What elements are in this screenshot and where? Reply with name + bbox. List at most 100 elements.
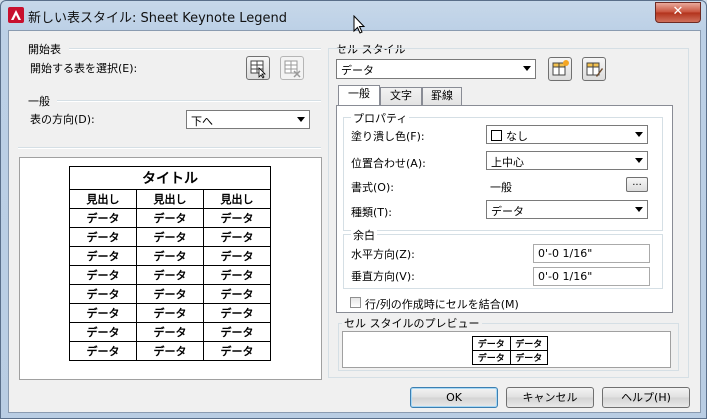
preview-data-cell: データ [203,322,271,342]
cell-style-preview-panel: データ データ データ データ [342,331,671,368]
vertical-margin-field[interactable]: 0'-0 1/16" [533,267,650,286]
preview-data-row: データ データ データ [69,246,271,266]
preview-data-cell: データ [69,303,137,323]
cell-style-tabs: 一般 文字 罫線 [338,85,674,107]
preview-data-cell: データ [136,208,204,228]
general-divider [57,100,321,102]
properties-group-label: プロパティ [351,110,410,126]
preview-data-cell: データ [69,284,137,304]
table-direction-value: 下へ [191,115,213,128]
chevron-down-icon [297,117,305,122]
preview-data-cell: データ [136,341,204,361]
preview-data-row: データ データ データ [69,265,271,285]
chevron-down-icon [635,132,643,137]
color-swatch-icon [491,130,502,141]
autocad-app-icon [8,7,24,23]
manage-cell-styles-button[interactable] [582,57,606,81]
cell-preview-cell: データ [472,350,511,365]
preview-data-row: データ データ データ [69,284,271,304]
preview-data-cell: データ [136,303,204,323]
alignment-value: 上中心 [491,156,524,169]
remove-table-icon [284,60,301,78]
preview-data-cell: データ [203,341,271,361]
vertical-margin-value: 0'-0 1/16" [538,270,593,283]
preview-data-cell: データ [69,208,137,228]
tab-text[interactable]: 文字 [380,87,422,105]
dialog-client: 開始表 開始する表を選択(E): 一般 表の方向(D): 下へ タイトル 見出し… [8,30,701,413]
starting-table-group-label: 開始表 [28,43,61,56]
tab-borders[interactable]: 罫線 [422,87,462,105]
cell-preview-row: データ データ [472,336,548,351]
help-button[interactable]: ヘルプ(H) [602,387,690,408]
starting-table-divider [69,48,321,50]
preview-data-cell: データ [136,227,204,247]
preview-data-row: データ データ データ [69,208,271,228]
preview-header-cell: 見出し [203,189,271,209]
table-direction-label: 表の方向(D): [30,113,95,126]
chevron-down-icon [523,66,531,71]
preview-data-row: データ データ データ [69,303,271,323]
preview-header-cell: 見出し [69,189,137,209]
cell-style-dropdown[interactable]: データ [336,59,536,79]
close-button[interactable]: ✕ [655,2,701,23]
preview-data-row: データ データ データ [69,227,271,247]
select-starting-table-label: 開始する表を選択(E): [30,62,138,75]
remove-table-button[interactable] [280,56,304,80]
chevron-down-icon [635,207,643,212]
cell-preview-cell: データ [509,336,548,351]
create-cell-style-button[interactable] [548,57,572,81]
window-title: 新しい表スタイル: Sheet Keynote Legend [28,11,287,26]
cell-style-value: データ [341,64,374,77]
cell-preview-cell: データ [472,336,511,351]
select-table-icon [250,60,266,79]
select-table-button[interactable] [246,56,270,80]
table-preview: タイトル 見出し 見出し 見出し データ データ データ データ データ データ データ データデ… [69,166,271,361]
fill-color-dropdown[interactable]: なし [486,125,648,144]
preview-data-cell: データ [136,322,204,342]
mouse-cursor-icon [353,15,366,34]
dialog-window: 新しい表スタイル: Sheet Keynote Legend ✕ 開始表 開始す… [0,0,707,419]
horizontal-margin-value: 0'-0 1/16" [538,247,593,260]
preview-data-rows: データ データ データ データ データ データ データ データ データ データ データ データ データデ… [69,208,271,361]
preview-data-cell: データ [203,303,271,323]
horizontal-margin-label: 水平方向(Z): [351,248,415,261]
preview-header-cell: 見出し [136,189,204,209]
margins-group-label: 余白 [351,227,377,243]
horizontal-margin-field[interactable]: 0'-0 1/16" [533,244,650,263]
preview-title-cell: タイトル [69,166,271,190]
preview-header-row: 見出し 見出し 見出し [69,189,271,209]
format-ellipsis-button[interactable]: ... [626,177,648,192]
preview-data-cell: データ [136,284,204,304]
cell-preview-cell: データ [509,350,548,365]
preview-data-cell: データ [203,284,271,304]
table-preview-panel: タイトル 見出し 見出し 見出し データ データ データ データ データ データ データ データデ… [19,157,322,380]
tab-general[interactable]: 一般 [338,85,380,105]
preview-data-row: データ データ データ [69,341,271,361]
cancel-button[interactable]: キャンセル [506,387,594,408]
preview-data-cell: データ [69,341,137,361]
preview-data-cell: データ [203,246,271,266]
preview-data-cell: データ [203,227,271,247]
vertical-margin-label: 垂直方向(V): [351,270,415,283]
preview-data-cell: データ [136,246,204,266]
preview-data-cell: データ [136,265,204,285]
alignment-dropdown[interactable]: 上中心 [486,151,648,170]
fill-color-label: 塗り潰し色(F): [351,130,425,143]
ok-button[interactable]: OK [410,387,498,408]
manage-cell-styles-icon [586,62,603,77]
preview-data-cell: データ [203,208,271,228]
cell-style-preview-table: データ データ データ データ [472,336,548,365]
preview-data-cell: データ [69,246,137,266]
type-dropdown[interactable]: データ [486,200,648,219]
format-value: 一般 [490,181,512,194]
left-divider [18,147,321,149]
table-direction-dropdown[interactable]: 下へ [186,110,310,129]
fill-color-value: なし [506,130,528,143]
merge-cells-checkbox[interactable] [350,297,361,308]
cell-style-preview-label: セル スタイルのプレビュー [342,315,482,331]
preview-data-cell: データ [69,322,137,342]
merge-cells-label[interactable]: 行/列の作成時にセルを結合(M) [365,296,519,312]
format-label: 書式(O): [351,181,394,194]
general-group-label: 一般 [28,95,50,108]
alignment-label: 位置合わせ(A): [351,157,426,170]
